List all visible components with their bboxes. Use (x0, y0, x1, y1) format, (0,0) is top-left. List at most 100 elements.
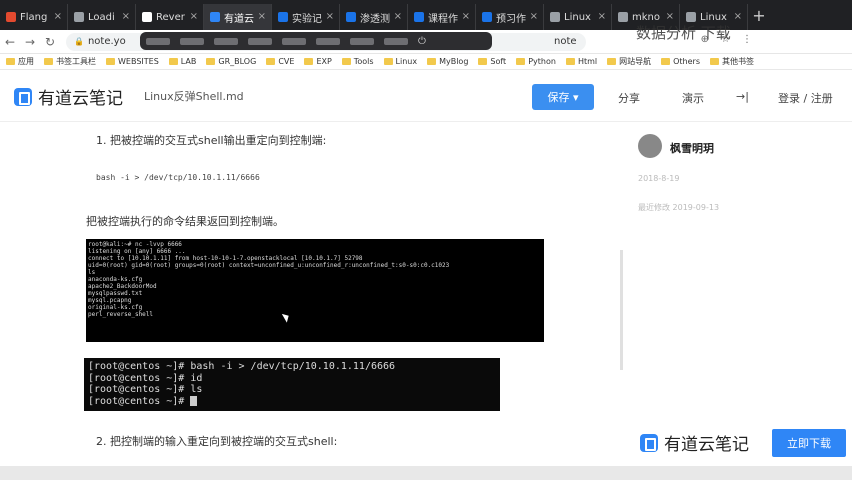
bookmark-item[interactable]: Soft (478, 57, 506, 66)
bookmark-item[interactable]: CVE (266, 57, 294, 66)
bookmark-label: Html (577, 57, 598, 66)
bookmark-label: CVE (278, 57, 295, 66)
close-tab-icon[interactable]: × (258, 11, 266, 22)
bookmark-item[interactable]: 书签工具栏 (44, 56, 96, 67)
author-name[interactable]: 枫雪明玥 (670, 140, 714, 156)
login-link[interactable]: 登录 / 注册 (778, 90, 833, 106)
close-tab-icon[interactable]: × (122, 11, 130, 22)
bookmark-item[interactable]: WEBSITES (106, 57, 159, 66)
bookmark-item[interactable]: Linux (383, 57, 417, 66)
paragraph: 把被控端执行的命令结果返回到控制端。 (86, 215, 284, 228)
note-logo-icon (640, 433, 658, 452)
tab-favicon-icon (142, 12, 152, 22)
browser-tab[interactable]: 有道云 × (204, 4, 272, 30)
bookmark-item[interactable]: Python (516, 57, 556, 66)
reload-icon[interactable]: ↻ (40, 35, 60, 49)
browser-tab[interactable]: Linux × (544, 4, 612, 30)
tab-label: Linux (700, 11, 727, 23)
recording-toolbar[interactable]: ⏻ (140, 32, 492, 50)
brand-logo[interactable]: 有道云笔记 (14, 84, 123, 109)
close-tab-icon[interactable]: × (462, 11, 470, 22)
toolbar-slot[interactable] (282, 37, 306, 45)
url-suffix: note (554, 36, 577, 47)
tab-label: 渗透测 (360, 13, 390, 25)
tab-label: 预习作 (496, 13, 526, 25)
ad-brand[interactable]: 有道云笔记 (640, 430, 749, 455)
app-header: 有道云笔记 Linux反弹Shell.md (0, 70, 852, 122)
browser-tab[interactable]: 实验记 × (272, 4, 340, 30)
folder-icon (44, 58, 53, 65)
bookmark-item[interactable]: 应用 (6, 56, 34, 67)
folder-icon (661, 58, 671, 65)
back-icon[interactable]: ← (0, 35, 20, 49)
note-logo-icon (14, 87, 32, 106)
toolbar-slot[interactable] (384, 37, 408, 45)
bookmark-item[interactable]: 网站导航 (607, 56, 651, 67)
close-tab-icon[interactable]: × (598, 11, 606, 22)
toolbar-slot[interactable] (350, 37, 374, 45)
browser-tab[interactable]: 渗透测 × (340, 4, 408, 30)
power-icon[interactable]: ⏻ (418, 36, 426, 47)
created-date: 2018-8-19 (638, 174, 680, 183)
tab-favicon-icon (74, 12, 84, 22)
close-tab-icon[interactable]: × (734, 11, 742, 22)
browser-tab[interactable]: 预习作 × (476, 4, 544, 30)
bookmark-label: 书签工具栏 (56, 57, 96, 66)
tab-favicon-icon (482, 12, 492, 22)
tab-favicon-icon (210, 12, 220, 22)
folder-icon (478, 58, 488, 65)
bookmark-label: EXP (316, 57, 332, 66)
download-button[interactable]: 立即下载 (772, 429, 846, 457)
browser-tab[interactable]: Flang × (0, 4, 68, 30)
toolbar-slot[interactable] (248, 37, 272, 45)
bookmark-item[interactable]: Others (661, 57, 700, 66)
bookmark-label: Others (673, 57, 700, 66)
save-button[interactable]: 保存 ▾ (532, 84, 594, 110)
browser-tab[interactable]: 课程作 × (408, 4, 476, 30)
browser-tab[interactable]: Rever × (136, 4, 204, 30)
bookmark-label: Python (528, 57, 556, 66)
bookmark-item[interactable]: EXP (304, 57, 332, 66)
scrollbar[interactable] (620, 250, 623, 370)
close-tab-icon[interactable]: × (190, 11, 198, 22)
bookmark-item[interactable]: Html (565, 57, 598, 66)
bookmark-item[interactable]: 其他书签 (710, 56, 754, 67)
collapse-icon[interactable]: →| (736, 90, 749, 103)
step-1-heading: 1. 把被控端的交互式shell输出重定向到控制端: (96, 134, 327, 147)
folder-icon (6, 58, 15, 65)
tab-label: 课程作 (428, 13, 458, 25)
close-tab-icon[interactable]: × (54, 11, 62, 22)
close-tab-icon[interactable]: × (530, 11, 538, 22)
tab-label: 实验记 (292, 13, 322, 25)
tab-label: mkno (632, 11, 660, 23)
terminal-line: [root@centos ~]# ls (88, 384, 203, 395)
folder-icon (266, 58, 276, 65)
close-tab-icon[interactable]: × (326, 11, 334, 22)
close-tab-icon[interactable]: × (666, 11, 674, 22)
bookmark-item[interactable]: MyBlog (427, 57, 468, 66)
terminal-line: original-ks.cfg (88, 304, 143, 311)
new-tab-icon[interactable]: + (748, 4, 770, 30)
close-tab-icon[interactable]: × (394, 11, 402, 22)
terminal-line: ls (88, 269, 96, 276)
bookmark-label: WEBSITES (118, 57, 159, 66)
toolbar-slot[interactable] (146, 37, 170, 45)
tab-favicon-icon (550, 12, 560, 22)
document-title: Linux反弹Shell.md (144, 90, 244, 103)
terminal-line: mysqlpasswd.txt (88, 290, 143, 297)
toolbar-slot[interactable] (180, 37, 204, 45)
toolbar-slot[interactable] (214, 37, 238, 45)
toolbar-slot[interactable] (316, 37, 340, 45)
bookmark-item[interactable]: GR_BLOG (206, 57, 256, 66)
forward-icon[interactable]: → (20, 35, 40, 49)
avatar[interactable] (638, 134, 662, 158)
present-link[interactable]: 演示 (682, 90, 704, 106)
share-link[interactable]: 分享 (618, 90, 640, 106)
menu-icon[interactable]: ⋮ (742, 34, 752, 45)
terminal-line: apache2_BackdoorMod (88, 283, 157, 290)
browser-tab[interactable]: Loadi × (68, 4, 136, 30)
tab-label: Linux (564, 11, 591, 23)
bookmark-label: LAB (180, 57, 197, 66)
bookmark-item[interactable]: Tools (341, 57, 374, 66)
bookmark-item[interactable]: LAB (168, 57, 197, 66)
